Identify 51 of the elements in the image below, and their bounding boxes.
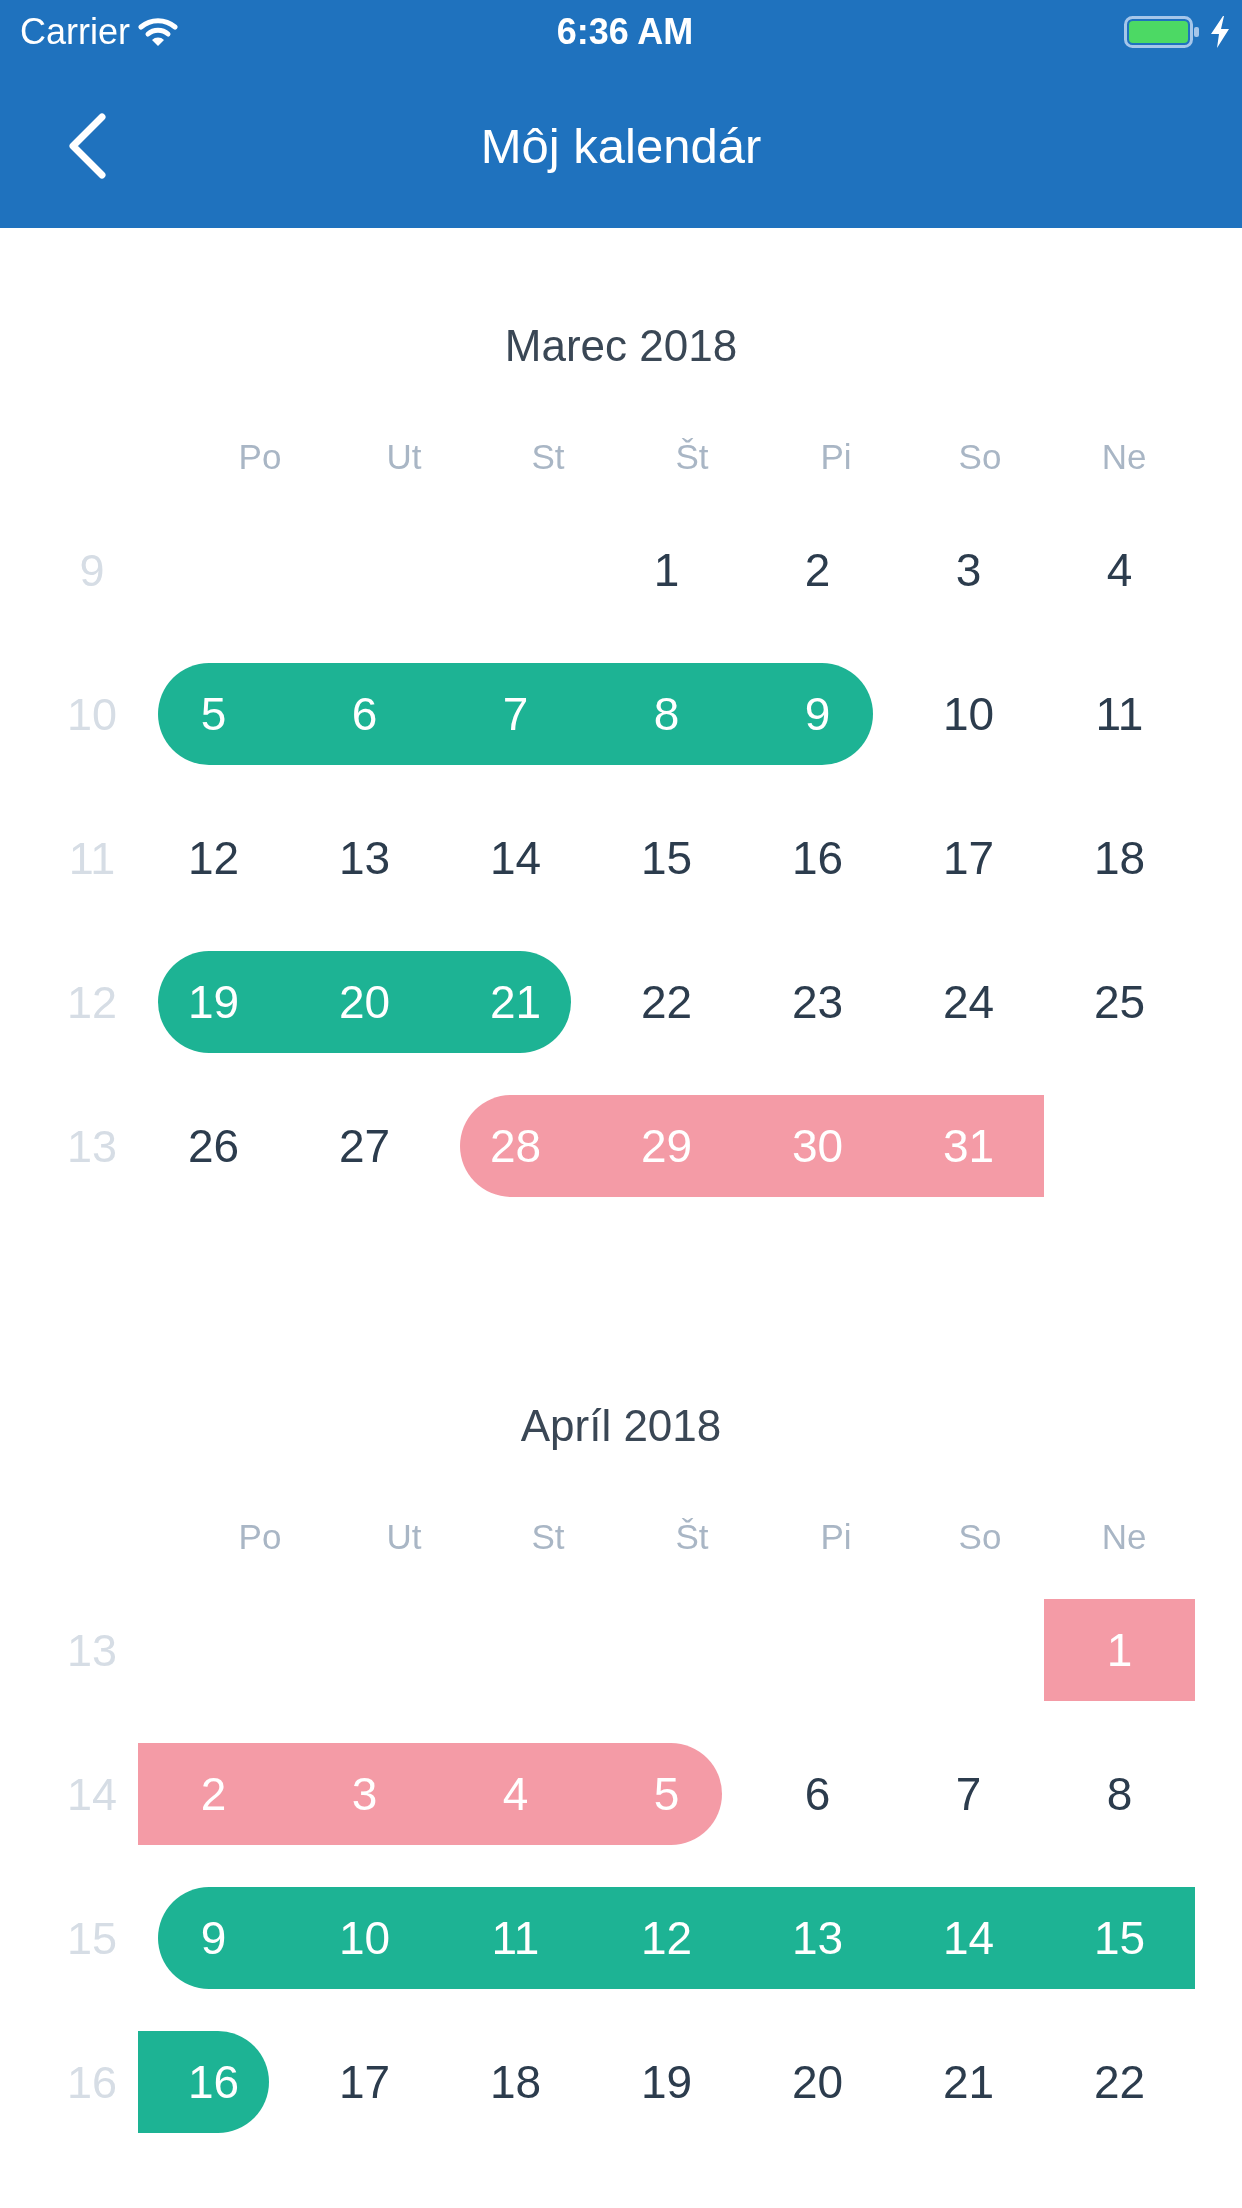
day-number[interactable]: 18 (489, 2059, 542, 2105)
day-number[interactable]: 22 (640, 979, 693, 1025)
lightning-bolt-icon (1210, 16, 1230, 48)
day-number[interactable]: 24 (942, 979, 995, 1025)
screen-title: Môj kalendár (480, 121, 762, 171)
day-number[interactable]: 11 (1095, 691, 1144, 737)
day-number[interactable]: 25 (1093, 979, 1146, 1025)
day-number[interactable]: 1 (653, 547, 680, 593)
day-number[interactable]: 27 (338, 1123, 391, 1169)
weekday-label: So (958, 438, 1002, 474)
chevron-left-icon (67, 113, 107, 179)
weekday-label: St (531, 438, 565, 474)
day-number[interactable]: 17 (338, 2059, 391, 2105)
weekday-label: So (958, 1518, 1002, 1554)
day-number[interactable]: 26 (187, 1123, 240, 1169)
day-number[interactable]: 12 (187, 835, 240, 881)
weekday-label: St (531, 1518, 565, 1554)
day-number[interactable]: 6 (804, 1771, 831, 1817)
day-number[interactable]: 4 (1106, 547, 1133, 593)
day-number[interactable]: 17 (942, 835, 995, 881)
weekday-label: Pi (820, 1518, 852, 1554)
day-number[interactable]: 3 (955, 547, 982, 593)
weekday-label: Št (675, 1518, 709, 1554)
month-title: Apríl 2018 (520, 1400, 722, 1452)
carrier-name: Carrier (20, 14, 130, 50)
weekday-label: Ut (386, 438, 422, 474)
weekday-label: Pi (820, 438, 852, 474)
battery-icon (1124, 16, 1200, 48)
day-number[interactable]: 13 (338, 835, 391, 881)
weekday-label: Po (238, 1518, 282, 1554)
day-number[interactable]: 16 (791, 835, 844, 881)
weekday-label: Ne (1101, 438, 1147, 474)
day-number[interactable]: 23 (791, 979, 844, 1025)
day-number[interactable]: 15 (640, 835, 693, 881)
day-number[interactable]: 8 (1106, 1771, 1133, 1817)
weekday-label: Ne (1101, 1518, 1147, 1554)
wifi-icon (138, 17, 178, 47)
day-number[interactable]: 21 (942, 2059, 995, 2105)
weekday-label: Št (675, 438, 709, 474)
status-time: 6:36 AM (556, 14, 694, 50)
weekday-label: Po (238, 438, 282, 474)
weekday-label: Ut (386, 1518, 422, 1554)
day-number[interactable]: 22 (1093, 2059, 1146, 2105)
day-number[interactable]: 18 (1093, 835, 1146, 881)
day-number[interactable]: 19 (640, 2059, 693, 2105)
day-number[interactable]: 7 (955, 1771, 982, 1817)
day-number[interactable]: 14 (489, 835, 542, 881)
month-title: Marec 2018 (504, 320, 738, 372)
day-number[interactable]: 20 (791, 2059, 844, 2105)
day-number[interactable]: 2 (804, 547, 831, 593)
day-number[interactable]: 10 (942, 691, 995, 737)
